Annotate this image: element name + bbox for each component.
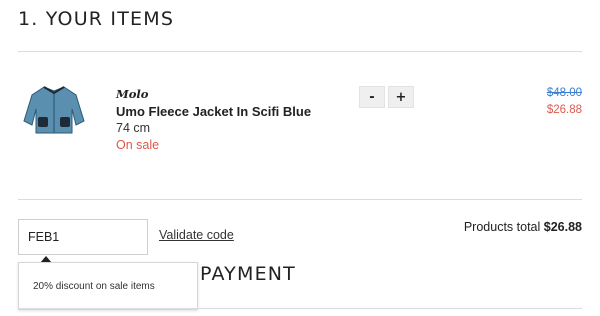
- jacket-thumbnail[interactable]: [22, 83, 86, 135]
- promo-tooltip-text: 20% discount on sale items: [33, 280, 155, 292]
- products-total-value: $26.88: [543, 220, 582, 234]
- products-total: Products total $26.88: [464, 220, 582, 234]
- quantity-decrement-wrap: -: [359, 86, 385, 108]
- promo-code-input[interactable]: [18, 219, 148, 255]
- quantity-increment-wrap: +: [388, 86, 414, 108]
- divider: [18, 199, 582, 200]
- validate-code-link[interactable]: Validate code: [159, 228, 234, 242]
- divider: [18, 308, 582, 309]
- products-total-label: Products total: [463, 220, 541, 234]
- divider: [18, 51, 582, 52]
- product-info: Molo Umo Fleece Jacket In Scifi Blue 74 …: [116, 86, 311, 154]
- quantity-increment-button[interactable]: +: [388, 86, 414, 108]
- promo-tooltip: 20% discount on sale items: [18, 262, 198, 310]
- sale-badge: On sale: [116, 138, 160, 152]
- original-price: $48.00: [546, 87, 582, 99]
- payment-section-title: PAYMENT: [200, 263, 296, 285]
- product-size: 74 cm: [116, 121, 151, 135]
- section-title: 1. YOUR ITEMS: [18, 8, 175, 30]
- quantity-decrement-button[interactable]: -: [359, 86, 385, 108]
- sale-price: $26.88: [546, 104, 582, 116]
- product-brand: Molo: [116, 87, 149, 101]
- product-name[interactable]: Umo Fleece Jacket In Scifi Blue: [116, 103, 311, 120]
